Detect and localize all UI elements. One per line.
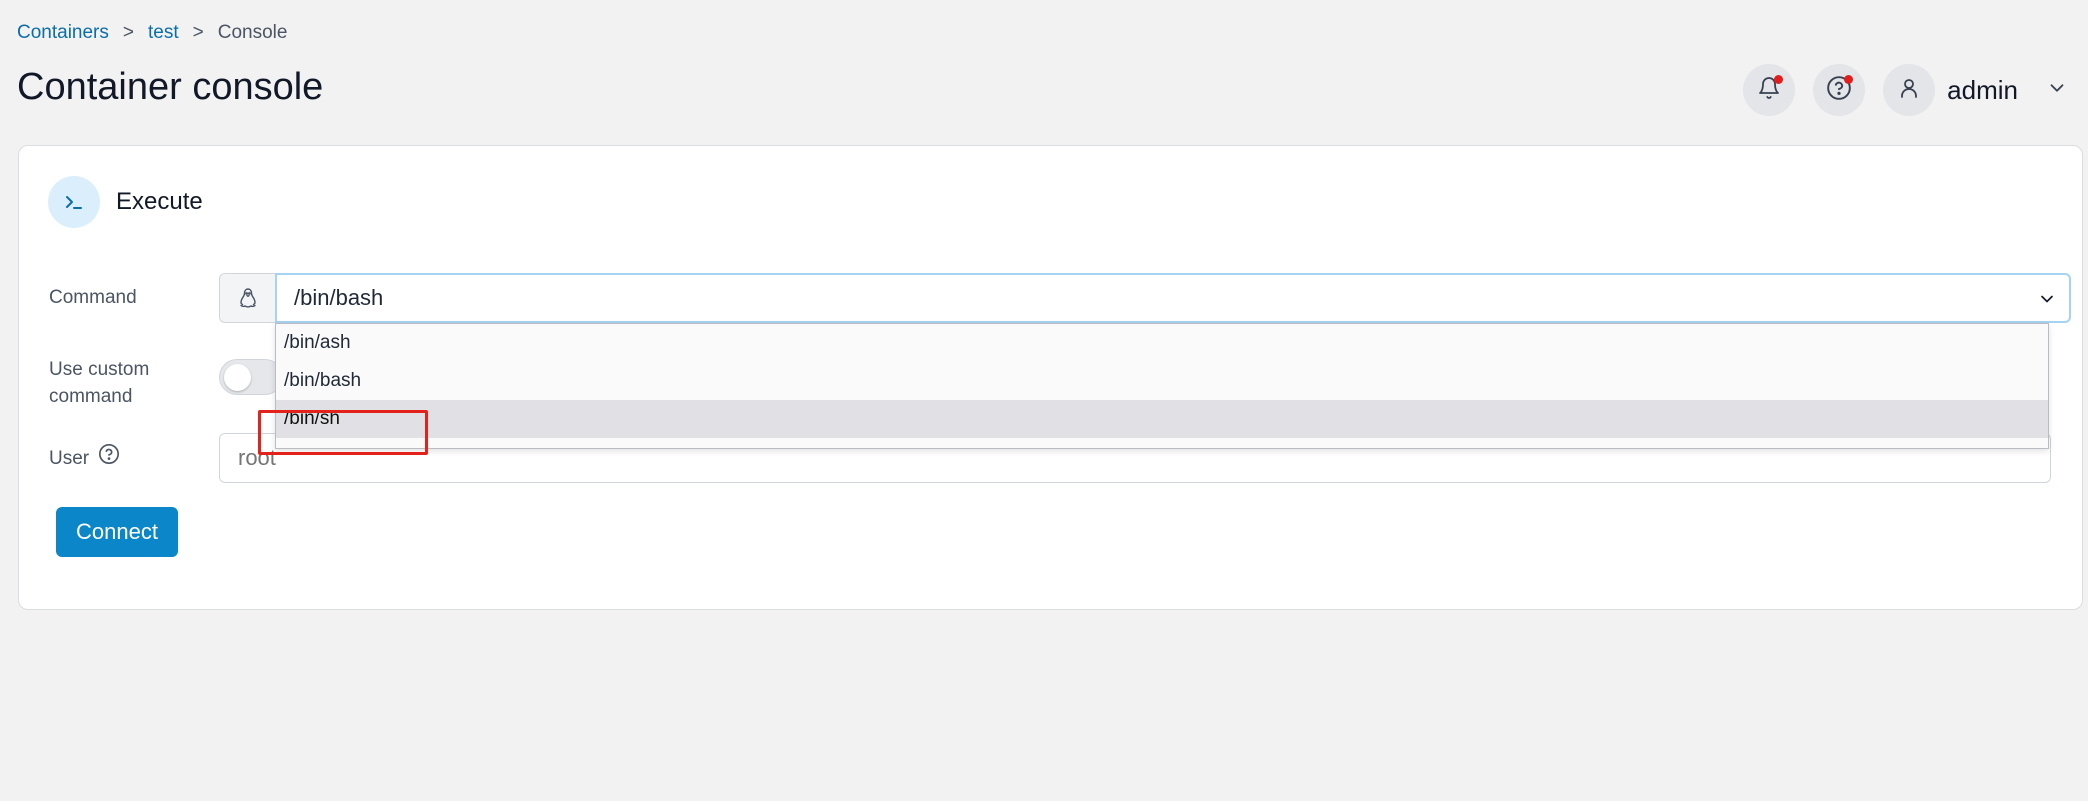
breadcrumb: Containers > test > Console — [17, 22, 287, 44]
use-custom-command-toggle[interactable] — [219, 359, 283, 395]
username: admin — [1947, 74, 2018, 105]
user-label: User — [49, 443, 120, 473]
linux-icon — [219, 273, 275, 323]
dropdown-option-ash[interactable]: /bin/ash — [276, 324, 2048, 362]
connect-button[interactable]: Connect — [56, 507, 178, 557]
breadcrumb-containers-link[interactable]: Containers — [17, 22, 109, 44]
help-button[interactable] — [1813, 64, 1866, 116]
breadcrumb-current: Console — [217, 22, 288, 43]
chevron-down-icon[interactable] — [2046, 77, 2068, 104]
card-header: Execute — [48, 176, 203, 228]
command-dropdown-list: /bin/ash /bin/bash /bin/sh — [275, 323, 2049, 449]
page-title: Container console — [17, 66, 324, 108]
notification-dot — [1774, 75, 1784, 84]
command-label: Command — [49, 287, 137, 308]
breadcrumb-separator: > — [122, 22, 134, 43]
help-icon[interactable] — [98, 443, 120, 473]
terminal-icon — [48, 176, 100, 228]
user-label-text: User — [49, 447, 90, 469]
command-select[interactable]: /bin/bash — [275, 273, 2071, 323]
avatar — [1883, 64, 1936, 116]
command-select-value: /bin/bash — [294, 285, 384, 310]
notifications-button[interactable] — [1743, 64, 1796, 116]
toggle-knob — [224, 364, 251, 391]
dropdown-option-bash[interactable]: /bin/bash — [276, 362, 2048, 400]
chevron-down-icon — [2037, 289, 2057, 315]
card-title: Execute — [116, 188, 203, 215]
header-actions: admin — [1743, 64, 2068, 116]
user-menu[interactable]: admin — [1883, 64, 2068, 116]
breadcrumb-test-link[interactable]: test — [148, 22, 179, 44]
dropdown-option-sh[interactable]: /bin/sh — [276, 400, 2048, 438]
breadcrumb-separator: > — [192, 22, 204, 43]
use-custom-command-label: Use custom command — [49, 359, 150, 407]
user-icon — [1897, 76, 1921, 105]
